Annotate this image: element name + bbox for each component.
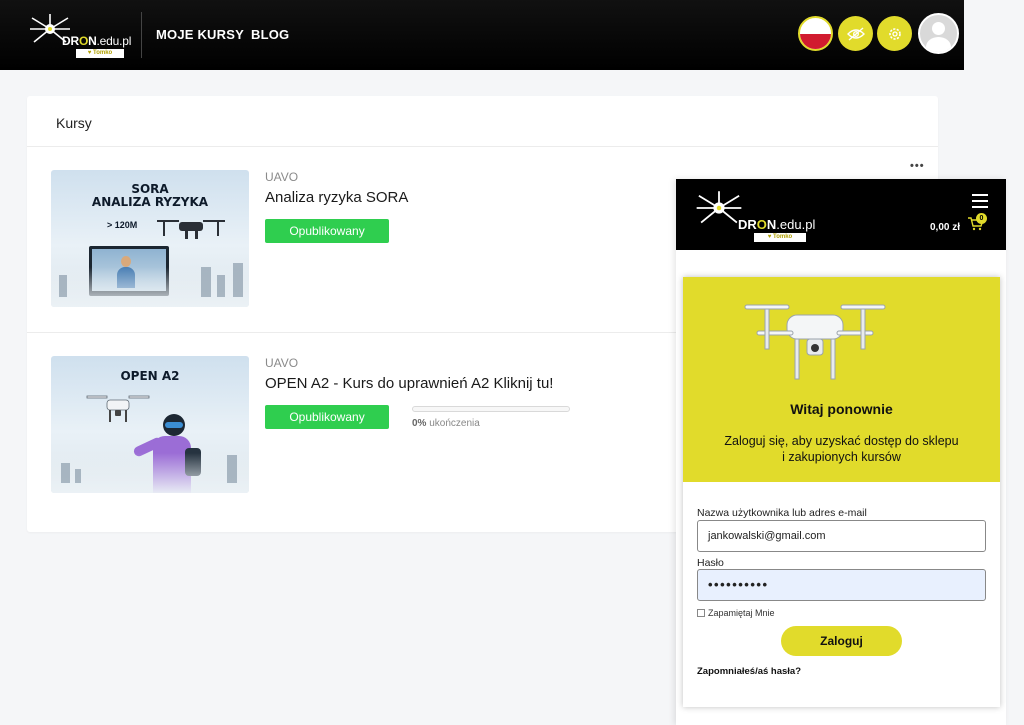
remember-me-checkbox[interactable] xyxy=(697,609,705,617)
cart-icon[interactable]: 0 xyxy=(968,213,987,233)
welcome-heading: Witaj ponownie xyxy=(790,401,893,417)
dron-edu-logo[interactable]: DRON.edu.pl ♥ Tomko xyxy=(690,189,815,242)
logo-tag: ♥ Tomko xyxy=(76,49,124,58)
drone-icon xyxy=(157,220,225,239)
altitude-label: > 120M xyxy=(107,220,138,230)
login-panel: Witaj ponownie Zaloguj się, aby uzyskać … xyxy=(683,277,1000,707)
course-meta: UAVO OPEN A2 - Kurs do uprawnień A2 Klik… xyxy=(265,356,570,429)
courses-heading: Kursy xyxy=(56,115,92,131)
login-button[interactable]: Zaloguj xyxy=(781,626,902,656)
cart-count-badge: 0 xyxy=(976,213,987,224)
course-thumbnail-open-a2[interactable]: OPEN A2 xyxy=(51,356,249,493)
login-hero: Witaj ponownie Zaloguj się, aby uzyskać … xyxy=(683,277,1000,482)
remember-me[interactable]: Zapamiętaj Mnie xyxy=(697,608,775,618)
nav-divider xyxy=(141,12,142,58)
forgot-password-link[interactable]: Zapomniałeś/aś hasła? xyxy=(697,666,801,677)
drone-icon xyxy=(744,304,886,380)
remember-me-label: Zapamiętaj Mnie xyxy=(708,608,775,618)
logo-tag: ♥ Tomko xyxy=(754,233,806,242)
nav-my-courses[interactable]: MOJE KURSY xyxy=(156,27,244,42)
drone-bug-logo-icon xyxy=(696,191,742,224)
course-title[interactable]: Analiza ryzyka SORA xyxy=(265,189,408,206)
top-navigation-bar: DRON.edu.pl ♥ Tomko MOJE KURSY BLOG xyxy=(0,0,964,70)
eye-slash-icon[interactable] xyxy=(838,16,873,51)
logo-text: DRON.edu.pl xyxy=(738,217,816,232)
thumb-title: SORA xyxy=(131,182,169,196)
mobile-login-screenshot: DRON.edu.pl ♥ Tomko 0,00 zł 0 Witaj pono… xyxy=(676,179,1006,725)
nav-blog[interactable]: BLOG xyxy=(251,27,289,42)
hamburger-menu-icon[interactable] xyxy=(972,194,988,208)
more-options-icon[interactable]: ••• xyxy=(910,160,925,172)
password-label: Hasło xyxy=(697,557,724,569)
course-category: UAVO xyxy=(265,356,299,370)
poland-flag-icon[interactable] xyxy=(798,16,833,51)
course-progress-bar xyxy=(412,406,570,412)
user-avatar-icon[interactable] xyxy=(918,13,959,54)
course-progress-label: 0% ukończenia xyxy=(412,418,480,429)
gear-icon[interactable] xyxy=(877,16,912,51)
login-subtitle: Zaloguj się, aby uzyskać dostęp do sklep… xyxy=(724,434,959,464)
course-category: UAVO xyxy=(265,170,299,184)
published-status-button[interactable]: Opublikowany xyxy=(265,405,389,429)
divider xyxy=(27,146,938,147)
dron-edu-logo[interactable]: DRON.edu.pl ♥ Tomko xyxy=(20,10,132,60)
thumb-title: OPEN A2 xyxy=(120,369,180,383)
logo-text: DRON.edu.pl xyxy=(62,34,132,48)
published-status-button[interactable]: Opublikowany xyxy=(265,219,389,243)
thumb-subtitle: ANALIZA RYZYKA xyxy=(91,195,209,209)
course-thumbnail-sora[interactable]: SORA ANALIZA RYZYKA > 120M xyxy=(51,170,249,307)
username-input[interactable]: jankowalski@gmail.com xyxy=(697,520,986,552)
username-label: Nazwa użytkownika lub adres e-mail xyxy=(697,507,867,519)
course-meta: UAVO Analiza ryzyka SORA Opublikowany xyxy=(265,170,408,243)
password-input[interactable]: •••••••••• xyxy=(697,569,986,601)
course-title[interactable]: OPEN A2 - Kurs do uprawnień A2 Kliknij t… xyxy=(265,375,553,392)
cart-total: 0,00 zł xyxy=(930,222,961,233)
mobile-header: DRON.edu.pl ♥ Tomko 0,00 zł 0 xyxy=(676,179,1006,250)
